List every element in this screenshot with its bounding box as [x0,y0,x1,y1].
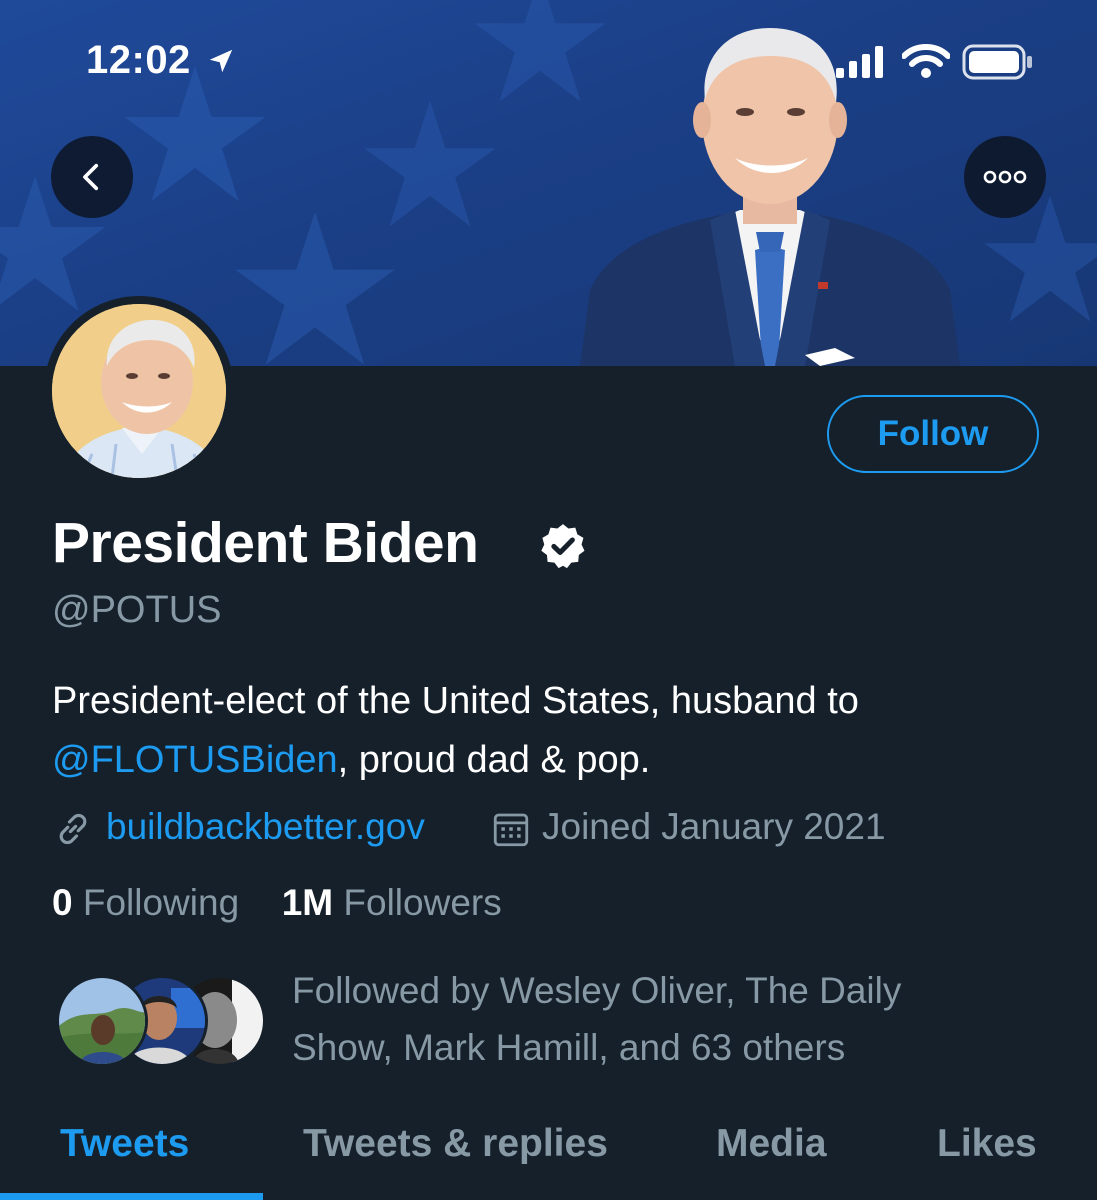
profile-screen: 12:02 Follow President Biden @POTUS Pres… [0,0,1097,1200]
cellular-signal-icon [836,46,883,78]
chevron-left-icon [83,163,99,191]
followers-stat[interactable]: 1M Followers [282,882,502,923]
followers-label: Followers [343,882,502,923]
following-label: Following [82,882,240,923]
profile-tabs: Tweets Tweets & replies Media Likes [0,1110,1097,1200]
wifi-icon [902,44,950,78]
mutual-followers-avatars[interactable] [56,975,266,1067]
battery-icon [962,44,1032,80]
tab-tweets[interactable]: Tweets [60,1122,189,1166]
calendar-icon [493,813,529,847]
followers-count: 1M [281,882,334,923]
avatar [56,975,148,1067]
follow-stats: 0 Following 1M Followers [52,882,502,924]
tab-tweets-and-replies[interactable]: Tweets & replies [303,1122,608,1166]
back-button[interactable] [51,136,133,218]
followed-by-text[interactable]: Followed by Wesley Oliver, The Daily Sho… [292,962,1012,1076]
location-arrow-icon [209,49,233,73]
bio-text: President-elect of the United States, hu… [52,680,859,722]
status-time: 12:02 [86,38,191,82]
active-tab-indicator [0,1193,263,1200]
more-horizontal-icon [983,170,1027,184]
following-count: 0 [52,882,73,923]
follow-button[interactable]: Follow [827,395,1039,473]
display-name: President Biden [52,511,479,575]
following-stat[interactable]: 0 Following [52,882,239,923]
bio-text: , proud dad & pop. [337,739,651,781]
profile-avatar[interactable] [44,296,234,486]
website-link[interactable]: buildbackbetter.gov [106,806,425,848]
tab-media[interactable]: Media [716,1122,827,1166]
profile-bio: President-elect of the United States, hu… [52,672,1052,790]
verified-badge-icon [541,524,585,569]
tab-likes[interactable]: Likes [937,1122,1037,1166]
user-handle: @POTUS [52,589,222,631]
join-date: Joined January 2021 [542,806,886,847]
banner-star-decoration [364,100,496,227]
bio-mention-link[interactable]: @FLOTUSBiden [52,739,338,781]
link-icon [59,813,87,845]
more-options-button[interactable] [964,136,1046,218]
avatar-image [52,304,226,478]
